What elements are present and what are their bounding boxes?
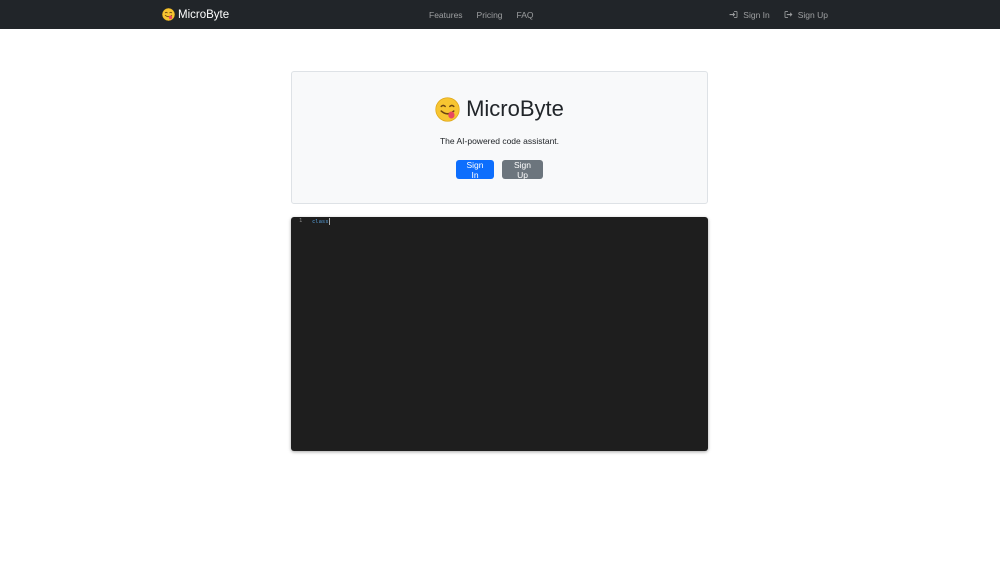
box-arrow-in-right-icon: [729, 11, 738, 18]
brand-name: MicroByte: [178, 8, 230, 21]
hero-title-text: MicroByte: [466, 96, 564, 121]
hero-tagline: The AI-powered code assistant.: [439, 136, 560, 146]
nav-sign-up-label: Sign Up: [797, 9, 828, 20]
code-line[interactable]: class: [312, 218, 330, 225]
hero-buttons: Sign In Sign Up: [292, 160, 707, 180]
box-arrow-right-icon: [784, 11, 793, 18]
code-editor[interactable]: 1 class: [291, 217, 708, 451]
nav-link-pricing[interactable]: Pricing: [477, 10, 503, 20]
nav-link-features[interactable]: Features: [429, 10, 463, 20]
nav-auth-links: Sign In Sign Up: [729, 0, 828, 29]
brand-link[interactable]: MicroByte: [162, 0, 229, 29]
hero-card: MicroByte The AI-powered code assistant.…: [291, 71, 708, 204]
sign-in-button[interactable]: Sign In: [456, 160, 494, 180]
line-number: 1: [299, 218, 303, 224]
nav-sign-in-link[interactable]: Sign In: [729, 9, 770, 20]
sign-up-button[interactable]: Sign Up: [502, 160, 543, 180]
nav-sign-up-link[interactable]: Sign Up: [784, 10, 828, 20]
nav-link-faq[interactable]: FAQ: [517, 10, 534, 20]
savoring-food-emoji-icon: [162, 8, 175, 21]
savoring-food-emoji-icon: [435, 96, 460, 122]
nav-links: Features Pricing FAQ: [429, 0, 534, 29]
hero-title: MicroByte: [292, 96, 707, 122]
text-cursor: [328, 218, 330, 225]
top-navbar: MicroByte Features Pricing FAQ Sign In S…: [0, 0, 1000, 29]
code-keyword: class: [312, 218, 329, 225]
nav-sign-in-label: Sign In: [743, 9, 770, 20]
